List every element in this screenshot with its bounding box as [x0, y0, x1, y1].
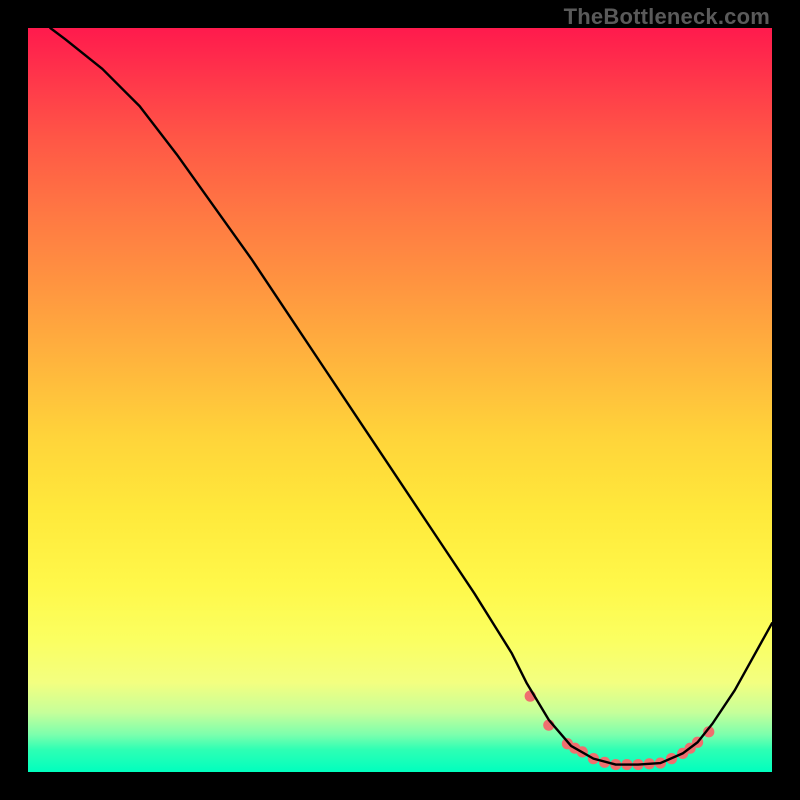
optimal-range-markers	[525, 691, 715, 771]
attribution-label: TheBottleneck.com	[564, 4, 770, 30]
chart-svg	[28, 28, 772, 772]
chart-stage: TheBottleneck.com	[0, 0, 800, 800]
plot-area	[28, 28, 772, 772]
bottleneck-curve-line	[50, 28, 772, 765]
